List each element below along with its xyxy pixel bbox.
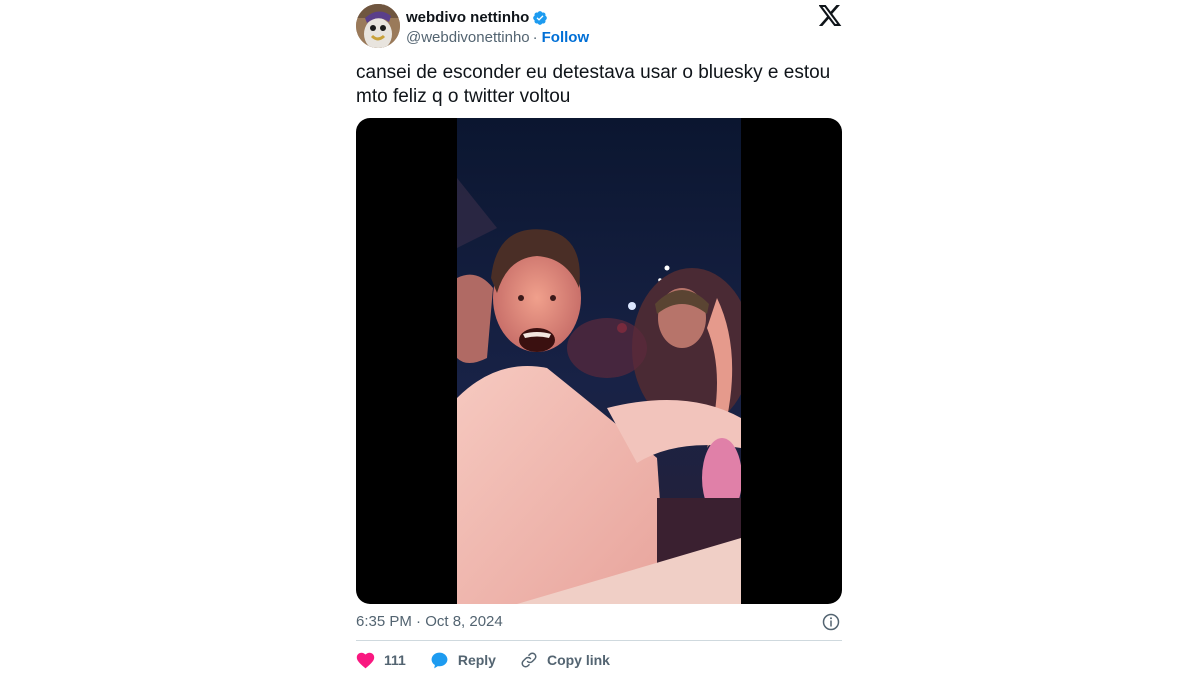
follow-button[interactable]: Follow <box>542 29 590 46</box>
avatar[interactable] <box>356 4 400 48</box>
author-handle-row: @webdivonettinho · Follow <box>406 28 589 48</box>
x-logo-icon[interactable] <box>818 5 842 26</box>
copy-link-button[interactable]: Copy link <box>520 650 610 670</box>
author-handle[interactable]: @webdivonettinho <box>406 29 530 46</box>
info-icon[interactable] <box>822 613 840 631</box>
speech-bubble-icon <box>430 651 449 670</box>
link-icon <box>520 651 538 669</box>
video-frame <box>457 118 741 604</box>
copy-link-label: Copy link <box>546 652 610 668</box>
action-bar: 111 Reply Copy link <box>356 650 634 670</box>
verified-badge-icon <box>532 10 548 26</box>
like-count: 111 <box>384 652 406 668</box>
reply-button[interactable]: Reply <box>430 650 496 670</box>
embedded-tweet: webdivo nettinho @webdivonettinho · Follow… <box>356 0 842 675</box>
separator-dot: · <box>532 29 538 46</box>
like-button[interactable]: 111 <box>356 650 406 670</box>
tweet-text: cansei de esconder eu detestava usar o b… <box>356 62 831 107</box>
divider <box>356 640 842 641</box>
video-player[interactable] <box>356 118 842 604</box>
author-display-name[interactable]: webdivo nettinho <box>406 8 529 28</box>
author-name-row: webdivo nettinho <box>406 8 548 28</box>
heart-icon <box>356 651 375 669</box>
reply-label: Reply <box>457 652 496 668</box>
tweet-timestamp[interactable]: 6:35 PM · Oct 8, 2024 <box>356 612 503 632</box>
